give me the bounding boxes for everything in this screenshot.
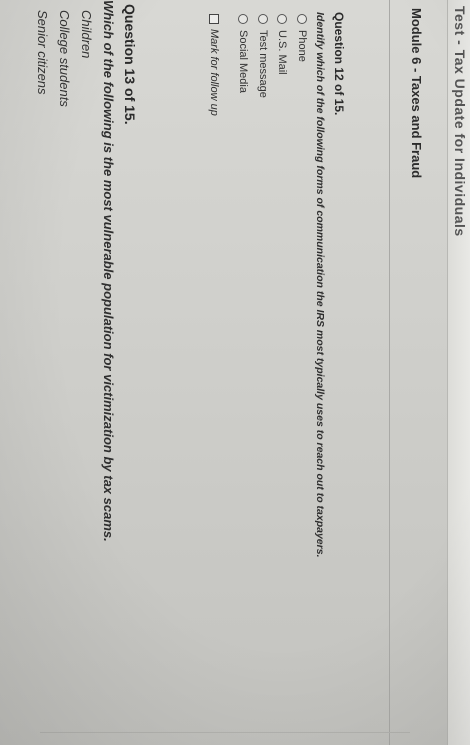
checkbox-icon[interactable] xyxy=(209,14,219,24)
q13-option-senior-citizens[interactable]: Senior citizens xyxy=(35,10,50,95)
option-label: College students xyxy=(57,10,72,107)
q12-option-phone[interactable]: Phone xyxy=(296,14,308,62)
photo-background: Test - Tax Update for Individuals Module… xyxy=(0,0,470,745)
module-title: Module 6 - Taxes and Fraud xyxy=(409,8,424,179)
q12-option-social-media[interactable]: Social Media xyxy=(237,14,249,93)
exam-screen: Test - Tax Update for Individuals Module… xyxy=(0,0,470,745)
section-divider xyxy=(389,0,390,745)
question-12-prompt: Identify which of the following forms of… xyxy=(314,12,326,558)
option-label: Senior citizens xyxy=(35,10,50,95)
radio-button-icon[interactable] xyxy=(297,14,307,24)
q12-option-us-mail[interactable]: U.S. Mail xyxy=(276,14,288,75)
content-border xyxy=(40,732,410,733)
question-12-heading: Question 12 of 15. xyxy=(332,12,346,116)
follow-up-label: Mark for follow up xyxy=(208,29,220,116)
mark-for-follow-up[interactable]: Mark for follow up xyxy=(208,14,220,116)
q13-option-children[interactable]: Children xyxy=(79,10,94,58)
question-13-heading: Question 13 of 15. xyxy=(122,4,138,125)
option-label: Test message xyxy=(257,30,269,98)
q13-option-college-students[interactable]: College students xyxy=(57,10,72,107)
option-label: Phone xyxy=(296,30,308,62)
question-13-prompt: Which of the following is the most vulne… xyxy=(101,0,116,542)
option-label: Children xyxy=(79,10,94,59)
option-label: Social Media xyxy=(237,30,249,93)
test-title: Test - Tax Update for Individuals xyxy=(452,6,468,237)
option-label: U.S. Mail xyxy=(276,30,288,75)
q12-option-test-message[interactable]: Test message xyxy=(257,14,269,98)
radio-button-icon[interactable] xyxy=(258,14,268,24)
radio-button-icon[interactable] xyxy=(277,14,287,24)
test-header-bar: Test - Tax Update for Individuals xyxy=(447,0,470,745)
radio-button-icon[interactable] xyxy=(238,14,248,24)
